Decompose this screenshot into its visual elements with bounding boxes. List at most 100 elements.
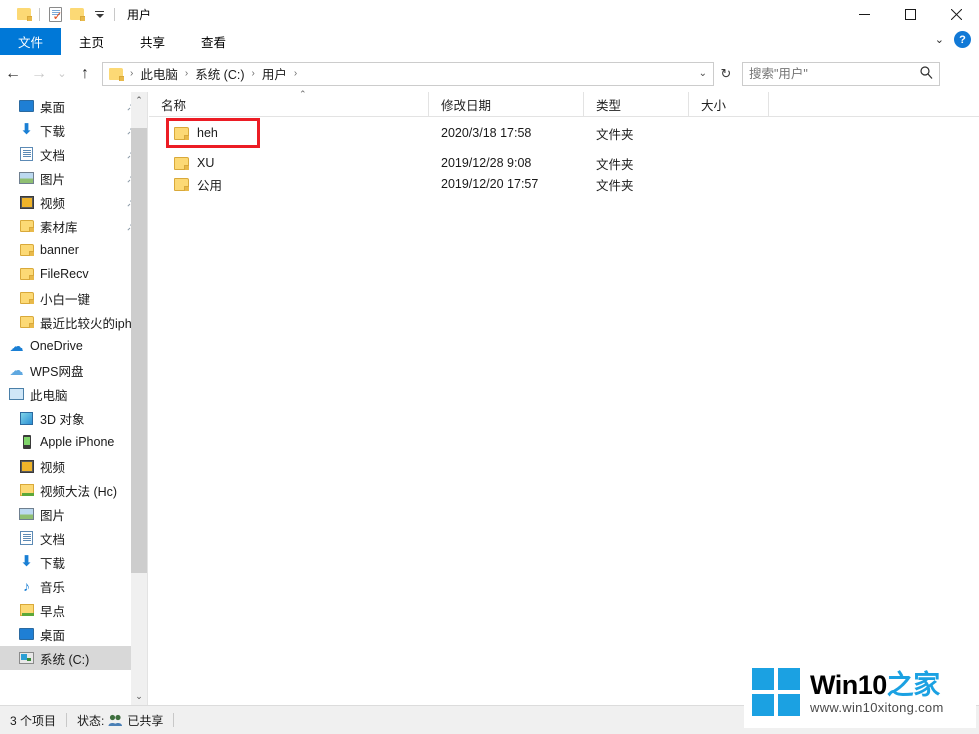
sidebar-item-13[interactable]: 3D 对象 xyxy=(0,406,147,430)
folder-icon xyxy=(18,266,35,282)
sidebar-item-label: WPS网盘 xyxy=(30,364,84,379)
sidebar-item-16[interactable]: 视频大法 (Hc) xyxy=(0,478,147,502)
sidebar-item-12[interactable]: 此电脑 xyxy=(0,382,147,406)
watermark-brand-cn: 之家 xyxy=(886,669,941,700)
sidebar-item-0[interactable]: 桌面 xyxy=(0,94,147,118)
table-row[interactable]: heh 2020/3/18 17:58 文件夹 xyxy=(149,123,979,143)
folder-icon xyxy=(174,156,189,170)
sidebar-item-2[interactable]: 文档 xyxy=(0,142,147,166)
breadcrumb[interactable]: › 此电脑 › 系统 (C:) › 用户 › ⌄ xyxy=(102,61,714,86)
search-box[interactable] xyxy=(742,61,940,86)
sidebar-item-label: 文档 xyxy=(40,148,66,163)
table-row[interactable]: 公用 2019/12/20 17:57 文件夹 xyxy=(149,174,979,194)
breadcrumb-item-this-pc[interactable]: 此电脑 xyxy=(138,64,180,83)
status-label: 状态: xyxy=(77,713,105,728)
forward-button[interactable]: → xyxy=(26,59,52,89)
sidebar-item-label: 小白一键 xyxy=(40,292,91,307)
sidebar-item-20[interactable]: ♪ 音乐 xyxy=(0,574,147,598)
sidebar-item-19[interactable]: ⬇ 下载 xyxy=(0,550,147,574)
column-header-type[interactable]: 类型 xyxy=(584,92,689,117)
scrollbar-thumb[interactable] xyxy=(131,128,147,573)
search-input[interactable] xyxy=(749,66,919,81)
scroll-down-icon[interactable]: ⌄ xyxy=(131,688,147,705)
breadcrumb-item-system-c[interactable]: 系统 (C:) xyxy=(193,64,246,83)
column-header-size[interactable]: 大小 xyxy=(689,92,769,117)
new-folder-icon[interactable] xyxy=(66,3,88,25)
navigation-scrollbar[interactable]: ⌃ ⌄ xyxy=(131,92,147,705)
sidebar-item-18[interactable]: 文档 xyxy=(0,526,147,550)
sidebar-item-22[interactable]: 桌面 xyxy=(0,622,147,646)
sidebar-item-label: 视频大法 (Hc) xyxy=(40,484,118,499)
sidebar-item-21[interactable]: 早点 xyxy=(0,598,147,622)
table-row[interactable]: XU 2019/12/28 9:08 文件夹 xyxy=(149,153,979,173)
cell-name: XU xyxy=(149,156,429,170)
onedrive-icon: ☁ xyxy=(9,337,24,354)
tab-share[interactable]: 共享 xyxy=(122,28,183,55)
scroll-up-icon[interactable]: ⌃ xyxy=(131,92,147,109)
sidebar-item-5[interactable]: 素材库 xyxy=(0,214,147,238)
folder-icon[interactable] xyxy=(13,3,35,25)
sidebar-item-8[interactable]: 小白一键 xyxy=(0,286,147,310)
sidebar-item-23[interactable]: 系统 (C:) xyxy=(0,646,147,670)
tab-home[interactable]: 主页 xyxy=(61,28,122,55)
sidebar-item-3[interactable]: 图片 xyxy=(0,166,147,190)
status-value: 已共享 xyxy=(127,713,164,728)
maximize-button[interactable] xyxy=(887,0,933,28)
pictures-icon xyxy=(18,170,35,186)
customize-dropdown-icon[interactable] xyxy=(88,3,110,25)
help-icon[interactable]: ? xyxy=(954,31,971,48)
column-header-row: ⌃ 名称 修改日期 类型 大小 xyxy=(149,89,979,117)
title-bar: ✓ 用户 xyxy=(0,0,979,28)
cell-type: 文件夹 xyxy=(596,178,634,193)
breadcrumb-separator: › xyxy=(184,68,189,79)
file-rows: heh 2020/3/18 17:58 文件夹 XU 2019/12/28 9:08 文件… xyxy=(149,117,979,194)
column-label: 修改日期 xyxy=(441,99,492,113)
close-button[interactable] xyxy=(933,0,979,28)
sidebar-item-11[interactable]: ☁ WPS网盘 xyxy=(0,358,147,382)
sidebar-item-9[interactable]: 最近比较火的iph xyxy=(0,310,147,334)
tab-view[interactable]: 查看 xyxy=(183,28,244,55)
sidebar-item-10[interactable]: ☁ OneDrive xyxy=(0,334,147,358)
sidebar-item-4[interactable]: 视频 xyxy=(0,190,147,214)
tab-file[interactable]: 文件 xyxy=(0,28,62,55)
shared-folder-icon xyxy=(18,602,35,618)
sidebar-item-label: banner xyxy=(40,243,79,257)
sidebar-item-7[interactable]: FileRecv xyxy=(0,262,147,286)
shared-folder-icon xyxy=(18,482,35,498)
sidebar-item-15[interactable]: 视频 xyxy=(0,454,147,478)
desktop-icon xyxy=(18,626,35,642)
back-button[interactable]: ← xyxy=(0,59,26,89)
sidebar-item-label: 系统 (C:) xyxy=(40,652,90,667)
cell-date: 2020/3/18 17:58 xyxy=(441,126,532,140)
quick-access-toolbar: ✓ 用户 xyxy=(0,0,151,28)
status-badge: 状态: 已共享 xyxy=(67,712,173,729)
file-name: 公用 xyxy=(197,178,223,193)
minimize-button[interactable] xyxy=(841,0,887,28)
sort-ascending-icon: ⌃ xyxy=(299,89,307,99)
search-icon[interactable] xyxy=(920,65,933,82)
column-header-name[interactable]: ⌃ 名称 xyxy=(149,89,429,117)
sidebar-item-label: 下载 xyxy=(40,556,66,571)
watermark-text: Win10之家 www.win10xitong.com xyxy=(810,670,944,715)
column-header-date[interactable]: 修改日期 xyxy=(429,92,584,117)
video-icon xyxy=(18,458,35,474)
chevron-down-icon[interactable]: ⌄ xyxy=(935,33,944,46)
breadcrumb-item-users[interactable]: 用户 xyxy=(260,64,289,83)
breadcrumb-separator: › xyxy=(251,68,255,79)
file-list-pane: ⌃ 名称 修改日期 类型 大小 heh 2020/3/18 17:58 文件夹 XU 2… xyxy=(149,89,979,705)
breadcrumb-dropdown-icon[interactable]: ⌄ xyxy=(699,68,707,79)
sidebar-item-label: OneDrive xyxy=(30,339,83,353)
up-button[interactable]: ↑ xyxy=(72,59,98,89)
sidebar-item-17[interactable]: 图片 xyxy=(0,502,147,526)
sidebar-item-6[interactable]: banner xyxy=(0,238,147,262)
properties-icon[interactable]: ✓ xyxy=(44,3,66,25)
sidebar-item-label: 视频 xyxy=(40,460,66,475)
refresh-button[interactable]: ↻ xyxy=(714,62,738,86)
sidebar-item-1[interactable]: ⬇ 下载 xyxy=(0,118,147,142)
recent-locations-button[interactable]: ⌄ xyxy=(52,59,72,89)
sidebar-item-label: 此电脑 xyxy=(30,388,68,403)
cell-name: 公用 xyxy=(149,175,429,194)
sidebar-item-14[interactable]: Apple iPhone xyxy=(0,430,147,454)
sidebar-item-label: 桌面 xyxy=(40,628,66,643)
sidebar-item-label: 最近比较火的iph xyxy=(40,316,132,331)
